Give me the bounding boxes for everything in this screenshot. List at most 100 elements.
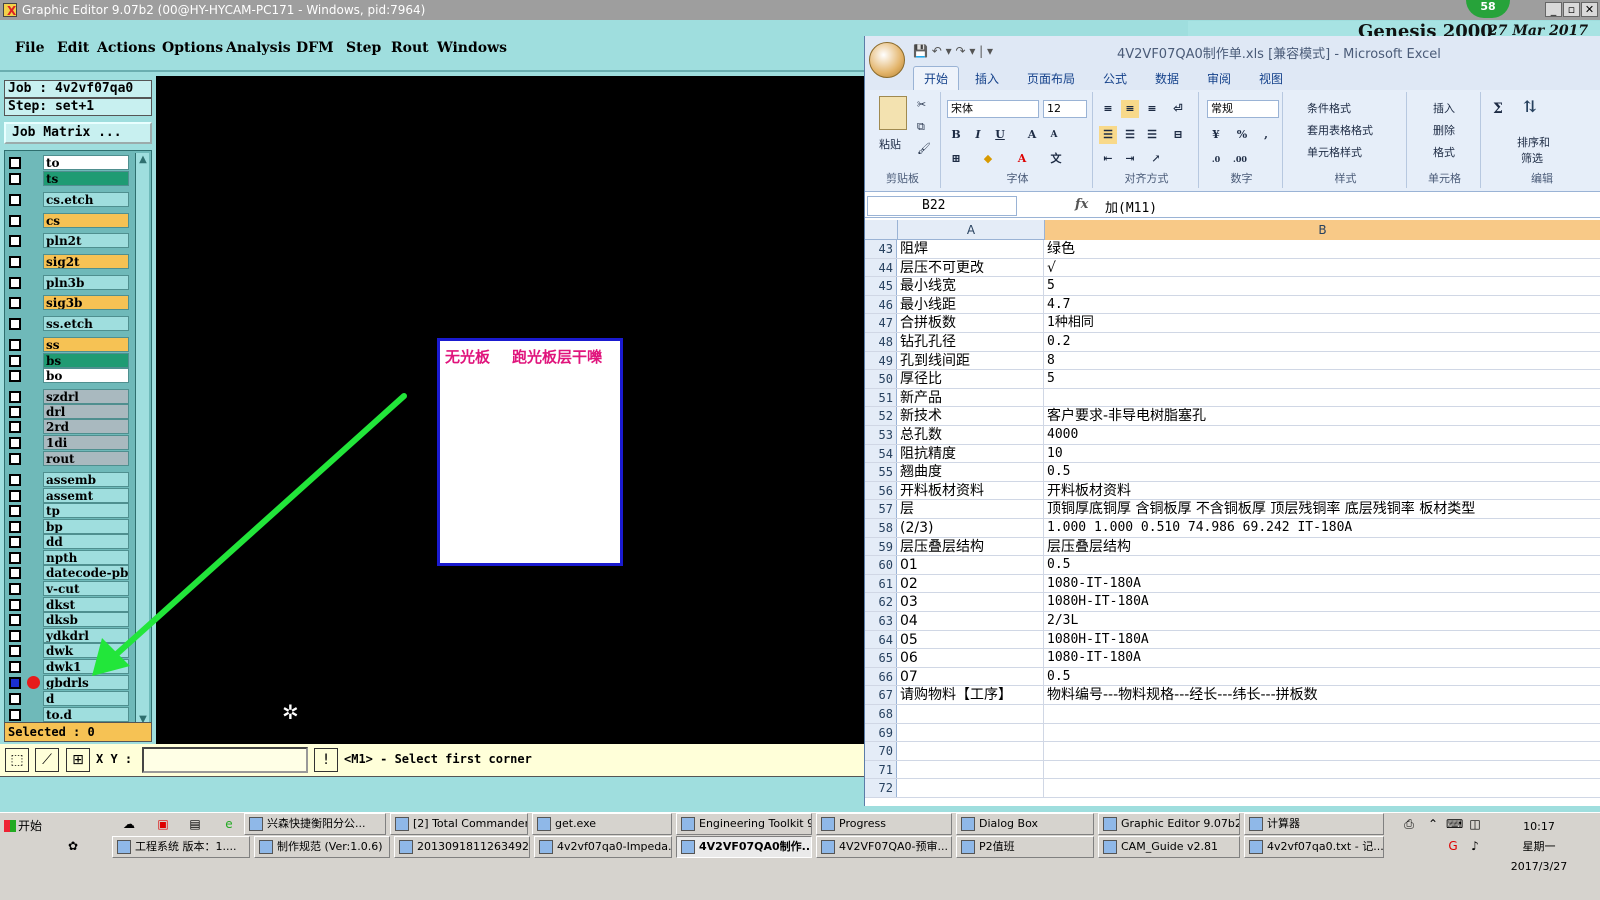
cell-a[interactable]: 02 xyxy=(898,574,1044,593)
tab-page-layout[interactable]: 页面布局 xyxy=(1027,70,1075,87)
cell-b[interactable]: 1080H-IT-180A xyxy=(1045,631,1600,649)
layer-label[interactable]: ss xyxy=(43,337,129,352)
comma-icon[interactable]: , xyxy=(1257,126,1275,144)
grow-font-icon[interactable]: A xyxy=(1023,126,1041,144)
layer-checkbox[interactable] xyxy=(9,661,21,673)
taskbar-button[interactable]: Dialog Box xyxy=(956,813,1094,835)
increase-indent-icon[interactable]: ⇥ xyxy=(1121,150,1139,168)
name-box[interactable]: B22 xyxy=(867,196,1017,216)
cell-b[interactable] xyxy=(1045,779,1600,797)
office-button-icon[interactable] xyxy=(869,42,905,78)
taskbar-button[interactable]: 4v2vf07qa0-Impeda... xyxy=(534,836,672,858)
tray-expand-icon[interactable]: ⌃ xyxy=(1426,817,1440,831)
layer-checkbox[interactable] xyxy=(9,421,21,433)
layer-label[interactable]: ts xyxy=(43,171,129,186)
taskbar-button[interactable]: Progress xyxy=(816,813,952,835)
taskbar-button[interactable]: 20130918112634921... xyxy=(394,836,530,858)
decrease-indent-icon[interactable]: ⇤ xyxy=(1099,150,1117,168)
row-number[interactable]: 69 xyxy=(865,723,897,742)
wrap-text-icon[interactable]: ⏎ xyxy=(1169,100,1187,118)
cell-b[interactable] xyxy=(1045,742,1600,760)
cell-a[interactable]: 层 xyxy=(898,500,1044,518)
cell-b[interactable]: 1080H-IT-180A xyxy=(1045,593,1600,611)
tab-view[interactable]: 视图 xyxy=(1259,70,1283,87)
row-number[interactable]: 53 xyxy=(865,426,897,444)
cell-b[interactable]: 5 xyxy=(1045,370,1600,388)
layer-label[interactable]: pln3b xyxy=(43,275,129,290)
layer-row-pln3b[interactable]: pln3b xyxy=(7,275,129,291)
layer-checkbox[interactable] xyxy=(9,339,21,351)
taskbar-button[interactable]: P2值班 xyxy=(956,836,1094,858)
layer-label[interactable]: pln2t xyxy=(43,233,129,248)
cell-b[interactable] xyxy=(1045,724,1600,742)
fx-icon[interactable]: fx xyxy=(1075,197,1088,212)
row-number[interactable]: 47 xyxy=(865,314,897,332)
row-number[interactable]: 64 xyxy=(865,630,897,649)
layer-checkbox[interactable] xyxy=(9,552,21,564)
font-size-select[interactable]: 12 xyxy=(1043,100,1087,118)
layer-checkbox[interactable] xyxy=(9,355,21,367)
fill-color-icon[interactable]: ◆ xyxy=(979,150,997,168)
layer-row-to-d[interactable]: to.d xyxy=(7,707,129,723)
layer-checkbox[interactable] xyxy=(9,437,21,449)
menu-file[interactable]: File xyxy=(15,40,44,56)
bold-button[interactable]: B xyxy=(947,126,965,144)
menu-rout[interactable]: Rout xyxy=(391,40,429,56)
table-format-button[interactable]: 套用表格格式 xyxy=(1307,122,1373,138)
row-number[interactable]: 71 xyxy=(865,760,897,779)
cell-a[interactable]: 04 xyxy=(898,612,1044,630)
number-format-select[interactable]: 常规 xyxy=(1207,100,1279,118)
cell-b[interactable]: 1.000 1.000 0.510 74.986 69.242 IT-180A xyxy=(1045,519,1600,537)
row-number[interactable]: 57 xyxy=(865,500,897,518)
layer-checkbox[interactable] xyxy=(9,215,21,227)
taskbar-button[interactable]: 计算器 xyxy=(1244,813,1384,835)
xy-input[interactable] xyxy=(142,747,308,773)
cell-a[interactable]: 阻抗精度 xyxy=(898,444,1044,463)
row-number[interactable]: 52 xyxy=(865,407,897,425)
row-number[interactable]: 61 xyxy=(865,574,897,593)
decrease-decimal-icon[interactable]: .00 xyxy=(1231,150,1249,168)
layer-label[interactable]: bo xyxy=(43,368,129,383)
cell-b[interactable]: 4000 xyxy=(1045,426,1600,444)
cell-a[interactable]: 最小线宽 xyxy=(898,277,1044,295)
row-number[interactable]: 43 xyxy=(865,240,897,258)
menu-edit[interactable]: Edit xyxy=(57,40,89,56)
taskbar-button[interactable]: Graphic Editor 9.07b2... xyxy=(1098,813,1240,835)
taskbar-button[interactable]: Engineering Toolkit 9.... xyxy=(676,813,812,835)
cell-b[interactable] xyxy=(1045,389,1600,407)
taskbar-button[interactable]: 制作规范 (Ver:1.0.6) xyxy=(254,836,390,858)
zoom-tool-icon[interactable]: ⬚ xyxy=(5,748,29,772)
cell-a[interactable]: 翘曲度 xyxy=(898,463,1044,481)
tab-data[interactable]: 数据 xyxy=(1155,70,1179,87)
row-number[interactable]: 49 xyxy=(865,351,897,370)
cell-a[interactable]: 钻孔孔径 xyxy=(898,333,1044,351)
merge-icon[interactable]: ⊟ xyxy=(1169,126,1187,144)
cell-b[interactable]: 顶铜厚底铜厚 含铜板厚 不含铜板厚 顶层残铜率 底层残铜率 板材类型 xyxy=(1045,500,1600,518)
row-number[interactable]: 44 xyxy=(865,258,897,277)
cell-b[interactable]: 4.7 xyxy=(1045,296,1600,314)
cell-b[interactable]: 开料板材资料 xyxy=(1045,482,1600,500)
copy-icon[interactable]: ⧉ xyxy=(917,120,925,134)
cell-a[interactable]: 厚径比 xyxy=(898,370,1044,388)
align-left-icon[interactable]: ☰ xyxy=(1099,126,1117,144)
cell-b[interactable]: 8 xyxy=(1045,352,1600,370)
layer-checkbox[interactable] xyxy=(9,505,21,517)
layer-row-cs-etch[interactable]: cs.etch xyxy=(7,192,129,208)
cut-icon[interactable]: ✂ xyxy=(917,98,926,111)
layer-row-pln2t[interactable]: pln2t xyxy=(7,233,129,249)
increase-decimal-icon[interactable]: .0 xyxy=(1207,150,1225,168)
cell-a[interactable]: 新产品 xyxy=(898,388,1044,407)
insert-cells-button[interactable]: 插入 xyxy=(1433,100,1455,116)
layer-checkbox[interactable] xyxy=(9,677,21,689)
layer-label[interactable]: ss.etch xyxy=(43,316,129,331)
taskbar-button[interactable]: 兴森快捷衡阳分公... xyxy=(244,813,386,835)
cell-b[interactable]: 1080-IT-180A xyxy=(1045,649,1600,667)
printer-icon[interactable]: ⎙ xyxy=(1402,817,1416,831)
layer-label[interactable]: cs xyxy=(43,213,129,228)
cell-b[interactable]: √ xyxy=(1045,259,1600,277)
row-number[interactable]: 55 xyxy=(865,463,897,481)
row-number[interactable]: 48 xyxy=(865,333,897,351)
row-number[interactable]: 67 xyxy=(865,686,897,704)
row-number[interactable]: 50 xyxy=(865,370,897,388)
layer-checkbox[interactable] xyxy=(9,370,21,382)
